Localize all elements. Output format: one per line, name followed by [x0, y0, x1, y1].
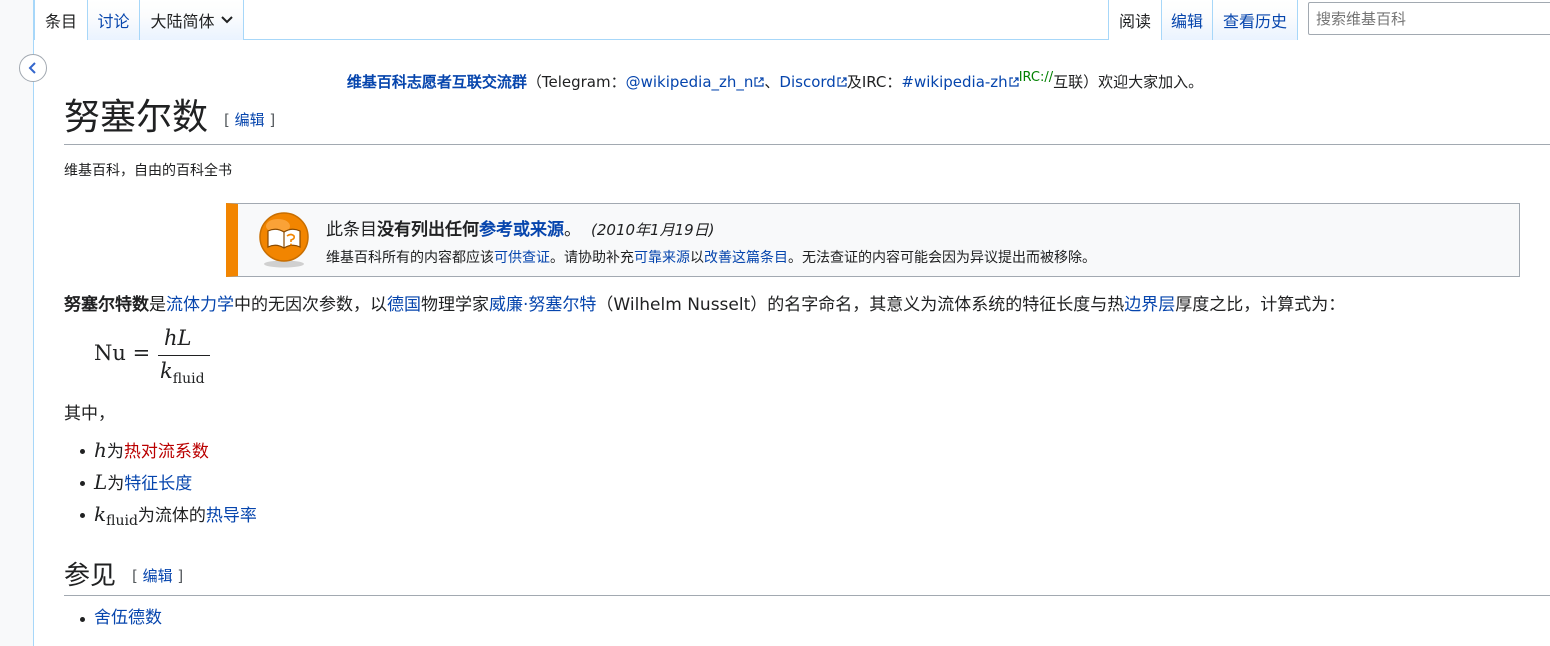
unreferenced-notice-box: 此条目没有列出任何参考或来源。 (2010年1月19日) 维基百科所有的内容都应该… — [226, 203, 1520, 277]
book-question-icon — [259, 212, 309, 268]
tab-edit[interactable]: 编辑 — [1161, 0, 1212, 40]
tab-read[interactable]: 阅读 — [1108, 0, 1161, 41]
sherwood-number-link[interactable]: 舍伍德数 — [94, 608, 162, 628]
heat-transfer-coefficient-link[interactable]: 热对流系数 — [124, 442, 209, 462]
wilhelm-nusselt-link[interactable]: 威廉·努塞尔特 — [489, 295, 596, 315]
notice-date: (2010年1月19日) — [591, 221, 715, 239]
citation-sources-link[interactable]: 参考或来源 — [479, 220, 564, 240]
edit-title-link[interactable]: 编辑 — [235, 111, 265, 129]
irc-protocol-label: IRC:// — [1018, 70, 1054, 85]
formula-numerator: hL — [164, 326, 192, 350]
content-border — [33, 0, 34, 646]
list-item: 舍伍德数 — [80, 602, 162, 634]
external-link-icon — [837, 77, 847, 87]
volunteer-group-link[interactable]: 维基百科志愿者互联交流群 — [347, 73, 527, 91]
verifiability-link[interactable]: 可供查证 — [494, 250, 550, 266]
page-title: 努塞尔数[ 编辑 ] — [64, 97, 276, 138]
list-item: L为特征长度 — [80, 466, 257, 498]
reliable-sources-link[interactable]: 可靠来源 — [634, 250, 690, 266]
edit-section-link: [ 编辑 ] — [132, 567, 184, 585]
thermal-conductivity-link[interactable]: 热导率 — [206, 506, 257, 526]
edit-see-also-link[interactable]: 编辑 — [143, 567, 173, 585]
external-link-icon — [754, 77, 765, 87]
see-also-list: 舍伍德数 — [80, 602, 162, 634]
variable-list: h为热对流系数 L为特征长度 kfluid为流体的热导率 — [80, 434, 257, 530]
edit-section-link: [ 编辑 ] — [224, 111, 276, 129]
characteristic-length-link[interactable]: 特征长度 — [124, 474, 192, 494]
list-item: kfluid为流体的热导率 — [80, 498, 257, 530]
telegram-link[interactable]: @wikipedia_zh_n — [626, 73, 765, 91]
formula-denominator: kfluid — [160, 359, 205, 387]
fraction-bar — [158, 355, 210, 356]
tab-talk[interactable]: 讨论 — [87, 0, 139, 40]
discord-link[interactable]: Discord — [779, 73, 847, 91]
intro-paragraph: 努塞尔特数是流体力学中的无因次参数，以德国物理学家威廉·努塞尔特（Wilhelm… — [64, 295, 1346, 315]
germany-link[interactable]: 德国 — [387, 295, 421, 315]
boundary-layer-link[interactable]: 边界层 — [1124, 295, 1175, 315]
irc-link[interactable]: #wikipedia-zh — [901, 73, 1019, 91]
search-input[interactable] — [1308, 2, 1550, 35]
chevron-left-icon — [28, 62, 36, 74]
notice-text: 维基百科所有的内容都应该可供查证。请协助补充可靠来源以改善这篇条目。无法查证的内… — [326, 250, 1096, 266]
tab-bar-underline — [244, 39, 1108, 40]
external-link-icon — [1009, 77, 1019, 87]
see-also-heading: 参见[ 编辑 ] — [64, 561, 184, 591]
improve-article-link[interactable]: 改善这篇条目 — [704, 250, 788, 266]
site-notice: 维基百科志愿者互联交流群（Telegram：@wikipedia_zh_n 、Di… — [346, 70, 1204, 91]
chevron-down-icon — [220, 16, 233, 24]
where-text: 其中， — [64, 404, 115, 424]
list-item: h为热对流系数 — [80, 434, 257, 466]
fluid-mechanics-link[interactable]: 流体力学 — [166, 295, 234, 315]
left-rail — [0, 0, 33, 646]
title-divider — [64, 144, 1550, 145]
tab-variant-dropdown[interactable]: 大陆简体 — [139, 0, 244, 40]
tab-article[interactable]: 条目 — [34, 0, 87, 41]
notice-title: 此条目没有列出任何参考或来源。 (2010年1月19日) — [326, 220, 715, 240]
sidebar-collapse-button[interactable] — [19, 54, 47, 82]
see-also-divider — [64, 595, 1550, 596]
tab-history[interactable]: 查看历史 — [1212, 0, 1298, 40]
site-tagline: 维基百科，自由的百科全书 — [64, 163, 232, 179]
